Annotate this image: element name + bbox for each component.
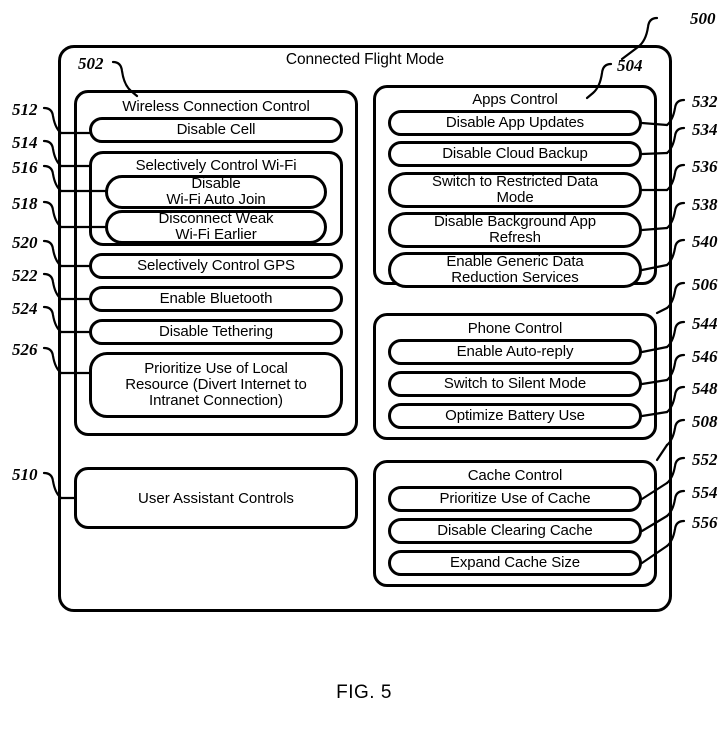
- pill-disable-clearing-cache[interactable]: Disable Clearing Cache: [388, 518, 642, 544]
- pill-disable-tethering-label: Disable Tethering: [159, 322, 273, 340]
- pill-selectively-control-gps-label: Selectively Control GPS: [137, 256, 295, 274]
- ref-540: 540: [692, 232, 718, 251]
- ref-512: 512: [12, 100, 38, 119]
- ref-546: 546: [692, 347, 718, 366]
- pill-disable-tethering[interactable]: Disable Tethering: [89, 319, 343, 345]
- ref-518: 518: [12, 194, 38, 213]
- ref-538: 538: [692, 195, 718, 214]
- pill-disable-clearing-cache-label: Disable Clearing Cache: [437, 521, 593, 539]
- pill-disable-background-app-refresh-label: Disable Background App Refresh: [433, 212, 597, 246]
- ref-526: 526: [12, 340, 38, 359]
- ref-510: 510: [12, 465, 38, 484]
- cache-control-title: Cache Control: [467, 467, 563, 484]
- ref-556: 556: [692, 513, 718, 532]
- patent-figure: Connected Flight Mode Wireless Connectio…: [0, 0, 728, 740]
- pill-optimize-battery-use-label: Optimize Battery Use: [445, 406, 585, 424]
- pill-switch-to-silent-mode-label: Switch to Silent Mode: [443, 374, 587, 392]
- phone-control-title: Phone Control: [467, 320, 563, 337]
- ref-554: 554: [692, 483, 718, 502]
- pill-disable-background-app-refresh[interactable]: Disable Background App Refresh: [388, 212, 642, 248]
- pill-switch-restricted-data-mode[interactable]: Switch to Restricted Data Mode: [388, 172, 642, 208]
- pill-enable-auto-reply[interactable]: Enable Auto-reply: [388, 339, 642, 365]
- ref-536: 536: [692, 157, 718, 176]
- pill-disable-wifi-auto-join-label: Disable Wi-Fi Auto Join: [166, 174, 266, 208]
- ref-552: 552: [692, 450, 718, 469]
- pill-prioritize-use-of-cache[interactable]: Prioritize Use of Cache: [388, 486, 642, 512]
- pill-optimize-battery-use[interactable]: Optimize Battery Use: [388, 403, 642, 429]
- pill-disable-cell[interactable]: Disable Cell: [89, 117, 343, 143]
- pill-prioritize-local-resource[interactable]: Prioritize Use of Local Resource (Divert…: [89, 352, 343, 418]
- ref-524: 524: [12, 299, 38, 318]
- pill-disable-wifi-auto-join[interactable]: Disable Wi-Fi Auto Join: [105, 175, 327, 209]
- selectively-control-wifi-title: Selectively Control Wi-Fi: [135, 157, 297, 174]
- pill-disable-cloud-backup-label: Disable Cloud Backup: [442, 144, 588, 162]
- pill-expand-cache-size-label: Expand Cache Size: [449, 553, 581, 571]
- ref-548: 548: [692, 379, 718, 398]
- ref-534: 534: [692, 120, 718, 139]
- ref-508: 508: [692, 412, 718, 431]
- wireless-connection-control-title: Wireless Connection Control: [122, 98, 310, 115]
- figure-title: Connected Flight Mode: [285, 51, 445, 68]
- ref-544: 544: [692, 314, 718, 333]
- figure-caption: FIG. 5: [336, 682, 392, 703]
- ref-514: 514: [12, 133, 38, 152]
- pill-switch-to-silent-mode[interactable]: Switch to Silent Mode: [388, 371, 642, 397]
- pill-disable-app-updates-label: Disable App Updates: [445, 113, 585, 131]
- pill-disconnect-weak-wifi-earlier[interactable]: Disconnect Weak Wi-Fi Earlier: [105, 210, 327, 244]
- pill-enable-bluetooth-label: Enable Bluetooth: [159, 289, 273, 307]
- pill-disconnect-weak-wifi-earlier-label: Disconnect Weak Wi-Fi Earlier: [158, 209, 274, 243]
- user-assistant-controls-box[interactable]: User Assistant Controls: [74, 467, 358, 529]
- ref-522: 522: [12, 266, 38, 285]
- pill-selectively-control-gps[interactable]: Selectively Control GPS: [89, 253, 343, 279]
- pill-disable-cell-label: Disable Cell: [176, 120, 256, 138]
- pill-expand-cache-size[interactable]: Expand Cache Size: [388, 550, 642, 576]
- apps-control-title: Apps Control: [472, 91, 558, 108]
- ref-502: 502: [78, 54, 104, 73]
- ref-504: 504: [617, 56, 643, 75]
- pill-prioritize-use-of-cache-label: Prioritize Use of Cache: [439, 489, 591, 507]
- pill-prioritize-local-resource-label: Prioritize Use of Local Resource (Divert…: [125, 359, 307, 410]
- pill-enable-auto-reply-label: Enable Auto-reply: [456, 342, 574, 360]
- pill-enable-generic-data-reduction-label: Enable Generic Data Reduction Services: [446, 252, 584, 286]
- user-assistant-controls-label: User Assistant Controls: [138, 489, 294, 507]
- ref-520: 520: [12, 233, 38, 252]
- pill-enable-generic-data-reduction[interactable]: Enable Generic Data Reduction Services: [388, 252, 642, 288]
- ref-506: 506: [692, 275, 718, 294]
- pill-enable-bluetooth[interactable]: Enable Bluetooth: [89, 286, 343, 312]
- pill-switch-restricted-data-mode-label: Switch to Restricted Data Mode: [432, 172, 598, 206]
- ref-532: 532: [692, 92, 718, 111]
- ref-516: 516: [12, 158, 38, 177]
- pill-disable-app-updates[interactable]: Disable App Updates: [388, 110, 642, 136]
- pill-disable-cloud-backup[interactable]: Disable Cloud Backup: [388, 141, 642, 167]
- ref-500: 500: [690, 9, 716, 28]
